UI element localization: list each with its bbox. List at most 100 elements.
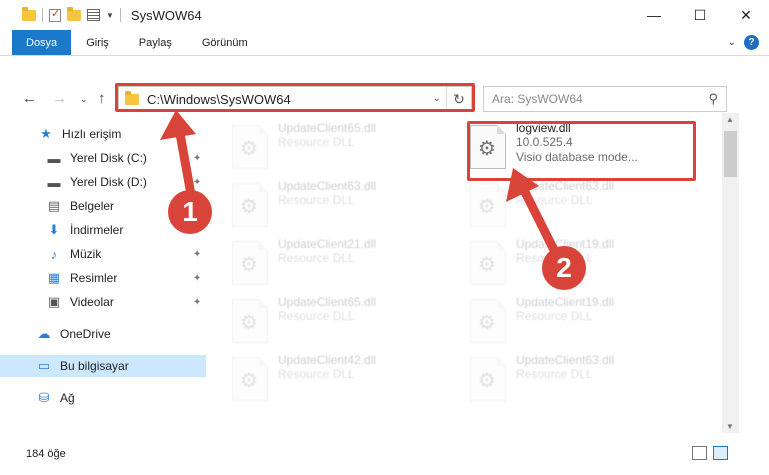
dll-file-icon bbox=[232, 183, 268, 227]
sidebar-item-label: Belgeler bbox=[70, 199, 115, 213]
maximize-button[interactable]: ☐ bbox=[677, 0, 723, 30]
sidebar-item[interactable]: ⛁ Ağ bbox=[0, 387, 206, 409]
star-icon: ★ bbox=[40, 126, 52, 141]
file-description: Resource DLL bbox=[516, 193, 593, 207]
file-text: UpdateClient21.dll Resource DLL bbox=[278, 237, 376, 293]
refresh-icon[interactable]: ↻ bbox=[446, 87, 471, 111]
step-1-badge: 1 bbox=[168, 190, 212, 234]
scroll-up-icon[interactable]: ▲ bbox=[726, 115, 734, 124]
dll-file-icon bbox=[232, 357, 268, 401]
properties-check-icon[interactable] bbox=[49, 7, 61, 22]
dll-file-icon bbox=[232, 125, 268, 169]
file-item[interactable]: UpdateClient19.dllResource DLL bbox=[470, 295, 690, 351]
folder-icon bbox=[125, 90, 139, 105]
sidebar-item-label: Videolar bbox=[70, 295, 114, 309]
dll-file-icon bbox=[232, 241, 268, 285]
file-description: Resource DLL bbox=[516, 367, 593, 381]
navigation-pane: ★ Hızlı erişim ▬ Yerel Disk (C:) ✦ ▬ Yerel Dis… bbox=[0, 113, 206, 433]
file-description: Resource DLL bbox=[278, 193, 355, 207]
pin-icon[interactable]: ✦ bbox=[193, 153, 201, 164]
tab-share[interactable]: Paylaş bbox=[124, 30, 187, 56]
dll-file-icon bbox=[470, 183, 506, 227]
drive-icon: ▬ bbox=[47, 174, 61, 190]
sidebar-item[interactable]: ▭ Bu bilgisayar bbox=[0, 355, 206, 377]
sidebar-item-label: Bu bilgisayar bbox=[60, 359, 129, 373]
separator bbox=[119, 8, 121, 22]
sidebar-item[interactable]: ♪ Müzik ✦ bbox=[0, 243, 206, 265]
file-description: Resource DLL bbox=[278, 367, 355, 381]
new-folder-icon[interactable] bbox=[67, 6, 81, 21]
file-description: 10.0.525.4 bbox=[516, 135, 573, 149]
address-dropdown-icon[interactable]: ⌄ bbox=[433, 93, 441, 104]
help-icon[interactable]: ? bbox=[744, 35, 759, 50]
ribbon-tabs: Dosya Giriş Paylaş Görünüm ⌄ ? bbox=[0, 30, 769, 56]
pin-icon[interactable]: ✦ bbox=[193, 249, 201, 260]
pin-icon[interactable]: ✦ bbox=[193, 273, 201, 284]
file-name: UpdateClient42.dll bbox=[278, 353, 377, 367]
file-list: UpdateClient65.dllResource DLLlogview.dl… bbox=[206, 113, 722, 433]
customize-toolbar-chevron-icon[interactable]: ▼ bbox=[106, 11, 114, 20]
file-item[interactable]: UpdateClient63.dllResource DLL bbox=[470, 179, 690, 235]
forward-arrow-icon[interactable]: → bbox=[52, 90, 67, 107]
file-item[interactable]: UpdateClient65.dllResource DLL bbox=[232, 295, 452, 351]
sidebar-item[interactable]: ★ Hızlı erişim bbox=[0, 123, 206, 145]
file-item[interactable]: UpdateClient63.dllResource DLL bbox=[232, 179, 452, 235]
vertical-scrollbar[interactable]: ▲ ▼ bbox=[722, 113, 739, 433]
minimize-button[interactable]: — bbox=[631, 0, 677, 30]
sidebar-item-label: Yerel Disk (C:) bbox=[70, 151, 147, 165]
file-name: UpdateClient63.dll bbox=[516, 353, 615, 367]
file-name: UpdateClient65.dll bbox=[278, 121, 377, 135]
sidebar-item[interactable]: ▦ Resimler ✦ bbox=[0, 267, 206, 289]
file-description: Resource DLL bbox=[278, 309, 355, 323]
window-title: SysWOW64 bbox=[130, 7, 202, 23]
scroll-down-icon[interactable]: ▼ bbox=[726, 422, 734, 431]
sidebar-item-label: OneDrive bbox=[60, 327, 111, 341]
back-arrow-icon[interactable]: ← bbox=[22, 90, 37, 107]
sidebar-item[interactable]: ▬ Yerel Disk (D:) ✦ bbox=[0, 171, 206, 193]
file-item-logview[interactable]: logview.dll10.0.525.4Visio database mode… bbox=[470, 121, 690, 177]
file-text: UpdateClient19.dllResource DLL bbox=[516, 295, 614, 351]
pin-icon[interactable]: ✦ bbox=[193, 297, 201, 308]
file-description: Resource DLL bbox=[278, 135, 355, 149]
file-item[interactable]: UpdateClient42.dllResource DLL bbox=[232, 353, 452, 409]
scrollbar-thumb[interactable] bbox=[724, 131, 737, 177]
tiles-view-icon[interactable] bbox=[713, 446, 728, 460]
file-item[interactable]: UpdateClient65.dllResource DLL bbox=[232, 121, 452, 177]
file-item[interactable]: UpdateClient21.dllResource DLL bbox=[232, 237, 452, 293]
tab-view[interactable]: Görünüm bbox=[187, 30, 263, 56]
sidebar-item-label: Yerel Disk (D:) bbox=[70, 175, 147, 189]
sidebar-item-label: Müzik bbox=[70, 247, 102, 261]
file-text: UpdateClient63.dll Resource DLL bbox=[278, 179, 376, 235]
up-arrow-icon[interactable]: ↑ bbox=[98, 90, 106, 107]
tab-home[interactable]: Giriş bbox=[71, 30, 124, 56]
close-button[interactable]: ✕ bbox=[723, 0, 769, 30]
details-view-icon[interactable] bbox=[692, 446, 707, 460]
file-name: UpdateClient21.dll bbox=[278, 237, 377, 251]
file-name: UpdateClient63.dll bbox=[516, 179, 615, 193]
dll-file-icon bbox=[232, 299, 268, 343]
network-icon: ⛁ bbox=[38, 390, 50, 405]
folder-icon[interactable] bbox=[22, 6, 36, 21]
properties-icon[interactable] bbox=[87, 9, 100, 21]
computer-icon: ▭ bbox=[37, 358, 51, 373]
address-bar[interactable]: C:\Windows\SysWOW64 ⌄ ↻ bbox=[118, 86, 472, 112]
file-description-2: Visio database mode... bbox=[516, 150, 638, 164]
sidebar-item[interactable]: ▬ Yerel Disk (C:) ✦ bbox=[0, 147, 206, 169]
dll-file-icon bbox=[470, 125, 506, 169]
address-row: ← → ⌄ ↑ C:\Windows\SysWOW64 ⌄ ↻ Ara: Sys… bbox=[0, 83, 769, 113]
quick-access-toolbar: ▼ bbox=[22, 6, 121, 22]
sidebar-item-label: Hızlı erişim bbox=[62, 127, 122, 141]
chevron-down-icon[interactable]: ⌄ bbox=[728, 37, 736, 48]
file-item[interactable]: UpdateClient63.dllResource DLL bbox=[470, 353, 690, 409]
sidebar-item[interactable]: ☁ OneDrive bbox=[0, 323, 206, 345]
separator bbox=[42, 8, 43, 22]
recent-locations-chevron-icon[interactable]: ⌄ bbox=[80, 94, 88, 105]
sidebar-item[interactable]: ▣ Videolar ✦ bbox=[0, 291, 206, 313]
pin-icon[interactable]: ✦ bbox=[193, 177, 201, 188]
address-path[interactable]: C:\Windows\SysWOW64 bbox=[147, 92, 291, 107]
search-icon[interactable]: ⚲ bbox=[708, 91, 718, 107]
tab-file[interactable]: Dosya bbox=[12, 30, 72, 55]
file-name: UpdateClient63.dll bbox=[278, 179, 377, 193]
search-box[interactable]: Ara: SysWOW64 ⚲ bbox=[483, 86, 727, 112]
search-input[interactable]: Ara: SysWOW64 bbox=[492, 92, 583, 106]
